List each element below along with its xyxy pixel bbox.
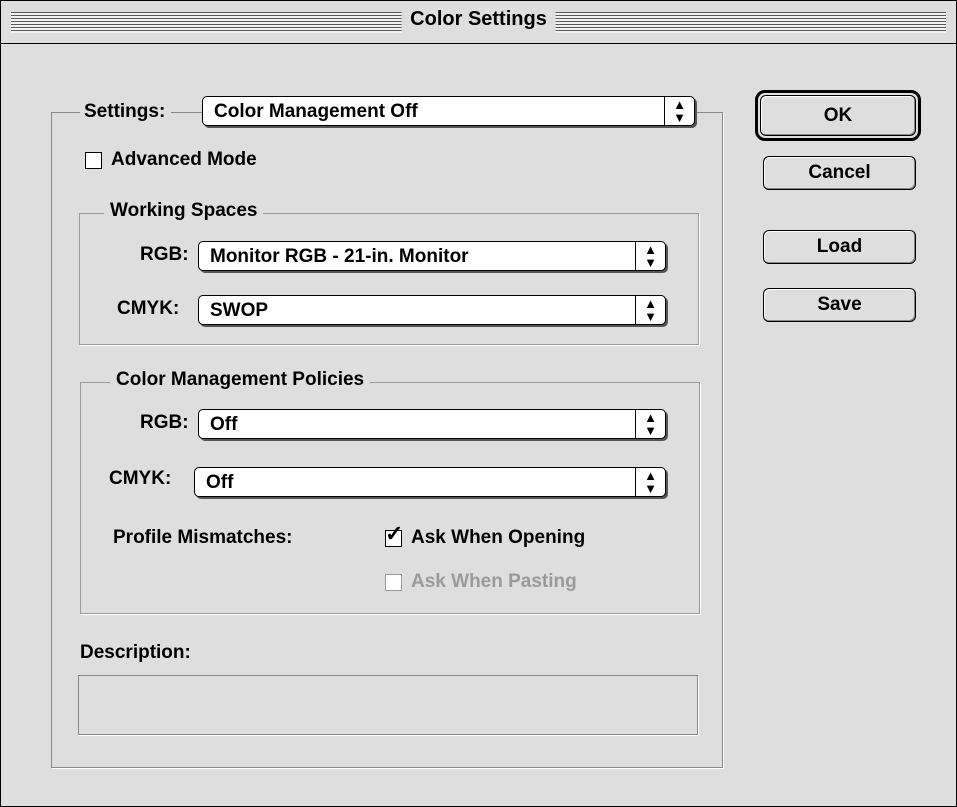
working-spaces-title: Working Spaces [104,200,264,222]
ok-button[interactable]: OK [760,95,916,136]
up-down-arrows-icon: ▲ ▼ [635,410,665,438]
policy-cmyk-value: Off [206,472,234,493]
load-button[interactable]: Load [763,230,916,264]
save-button[interactable]: Save [763,288,916,322]
policy-rgb-value: Off [210,414,238,435]
up-down-arrows-icon: ▲ ▼ [635,242,665,270]
advanced-mode-label[interactable]: Advanced Mode [111,149,257,171]
window-title: Color Settings [401,6,556,33]
ask-when-opening-checkbox[interactable]: ✓ [385,523,403,547]
working-spaces-group [79,213,699,345]
ask-when-opening-label[interactable]: Ask When Opening [411,527,585,549]
profile-mismatches-label: Profile Mismatches: [113,527,293,548]
settings-label: Settings: [80,101,172,123]
advanced-mode-checkbox[interactable] [85,152,102,169]
description-label: Description: [80,642,191,663]
policies-title: Color Management Policies [110,369,371,391]
cancel-button[interactable]: Cancel [763,156,916,190]
up-down-arrows-icon: ▲ ▼ [635,468,665,496]
policy-rgb-label: RGB: [140,412,189,433]
working-rgb-value: Monitor RGB - 21-in. Monitor [210,246,469,267]
working-cmyk-label: CMYK: [117,298,180,319]
checkmark-icon: ✓ [385,521,404,546]
policy-cmyk-popup[interactable]: Off ▲ ▼ [194,467,666,497]
ask-when-pasting-label: Ask When Pasting [411,571,577,592]
ask-when-pasting-checkbox [385,574,402,591]
settings-popup[interactable]: Color Management Off ▲ ▼ [202,96,695,126]
working-rgb-label: RGB: [140,244,189,265]
title-bar[interactable]: Color Settings [1,1,956,44]
policy-cmyk-label: CMYK: [109,468,172,489]
up-down-arrows-icon: ▲ ▼ [635,296,665,324]
policy-rgb-popup[interactable]: Off ▲ ▼ [198,409,666,439]
settings-popup-value: Color Management Off [214,101,418,122]
up-down-arrows-icon: ▲ ▼ [664,97,694,125]
description-box [78,675,698,735]
working-cmyk-value: SWOP [210,300,269,321]
working-rgb-popup[interactable]: Monitor RGB - 21-in. Monitor ▲ ▼ [198,241,666,271]
working-cmyk-popup[interactable]: SWOP ▲ ▼ [198,295,666,325]
